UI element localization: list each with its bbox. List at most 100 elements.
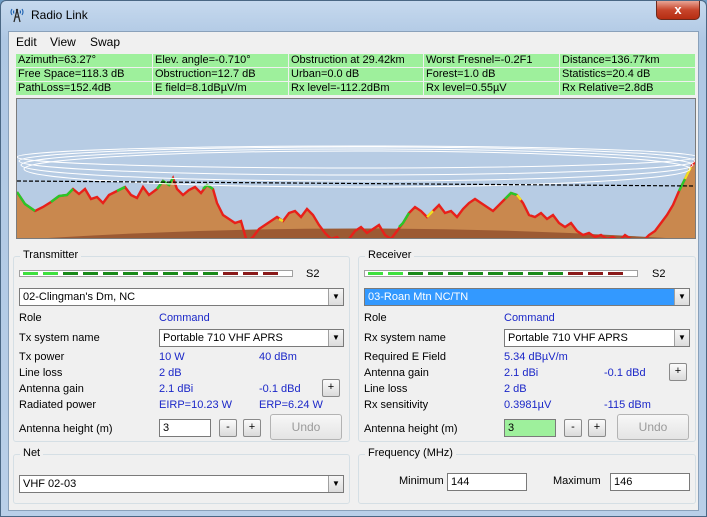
rx-system-select[interactable]: Portable 710 VHF APRS ▼ (504, 329, 690, 347)
tx-system-value: Portable 710 VHF APRS (163, 332, 283, 344)
tx-site-select[interactable]: 02-Clingman's Dm, NC ▼ (19, 288, 344, 306)
stat-azimuth: Azimuth=63.27° (16, 54, 153, 68)
meter-segment (83, 272, 98, 275)
tx-height-increment[interactable]: + (243, 419, 261, 437)
stat-worst-fresnel: Worst Fresnel=-0.2F1 (424, 54, 560, 68)
rx-height-input[interactable]: 3 (504, 419, 556, 437)
tx-site-value: 02-Clingman's Dm, NC (23, 291, 136, 303)
rx-role-link[interactable]: Command (504, 312, 555, 324)
meter-segment (608, 272, 623, 275)
stat-free-space: Free Space=118.3 dB (16, 68, 153, 82)
meter-segment (263, 272, 278, 275)
tx-undo-button[interactable]: Undo (270, 414, 342, 440)
tx-height-input[interactable]: 3 (159, 419, 211, 437)
frequency-min-input[interactable]: 144 (447, 473, 527, 491)
tx-power-dbm: 40 dBm (259, 351, 297, 363)
rx-efield-label: Required E Field (364, 351, 446, 363)
close-icon: x (674, 2, 682, 17)
menu-view[interactable]: View (50, 35, 76, 49)
path-profile (16, 98, 696, 239)
meter-segment (103, 272, 118, 275)
rx-signal-meter (364, 270, 638, 277)
meter-segment (63, 272, 78, 275)
chevron-down-icon[interactable]: ▼ (674, 289, 689, 305)
net-title: Net (20, 447, 44, 459)
tx-line-loss-label: Line loss (19, 367, 63, 379)
rx-height-label: Antenna height (m) (364, 423, 458, 435)
rx-line-loss-value: 2 dB (504, 383, 527, 395)
rx-site-select[interactable]: 03-Roan Mtn NC/TN ▼ (364, 288, 690, 306)
tx-radiated-label: Radiated power (19, 399, 97, 411)
rx-sensitivity-uv: 0.3981µV (504, 399, 552, 411)
tx-height-decrement[interactable]: - (219, 419, 237, 437)
menu-swap[interactable]: Swap (90, 35, 120, 49)
title-bar[interactable]: Radio Link x (1, 1, 706, 31)
tx-system-select[interactable]: Portable 710 VHF APRS ▼ (159, 329, 344, 347)
frequency-group: Frequency (MHz) Minimum 144 Maximum 146 (358, 447, 696, 504)
window-title: Radio Link (31, 8, 88, 22)
chevron-down-icon[interactable]: ▼ (328, 476, 343, 492)
rx-system-label: Rx system name (364, 332, 446, 344)
net-select[interactable]: VHF 02-03 ▼ (19, 475, 344, 493)
chevron-down-icon[interactable]: ▼ (328, 330, 343, 346)
stat-statistics: Statistics=20.4 dB (560, 68, 696, 82)
tx-line-loss-value: 2 dB (159, 367, 182, 379)
meter-segment (243, 272, 258, 275)
rx-antenna-button[interactable]: + (669, 363, 687, 381)
meter-segment (223, 272, 238, 275)
stat-path-loss: PathLoss=152.4dB (16, 82, 153, 96)
tx-power-label: Tx power (19, 351, 65, 363)
menu-bar: Edit View Swap (9, 32, 698, 52)
frequency-max-input[interactable]: 146 (610, 473, 690, 491)
tx-system-label: Tx system name (19, 332, 100, 344)
net-value: VHF 02-03 (23, 478, 77, 490)
tx-erp: ERP=6.24 W (259, 399, 323, 411)
stat-obstruction: Obstruction=12.7 dB (153, 68, 289, 82)
meter-segment (408, 272, 423, 275)
rx-gain-dbi: 2.1 dBi (504, 367, 539, 379)
transmitter-title: Transmitter (20, 249, 82, 261)
chevron-down-icon[interactable]: ▼ (328, 289, 343, 305)
rx-undo-button[interactable]: Undo (617, 414, 689, 440)
frequency-min-label: Minimum (399, 475, 444, 487)
radio-link-window: Radio Link x Edit View Swap Azimuth=63.2… (0, 0, 707, 517)
tx-role-label: Role (19, 312, 42, 324)
rx-height-increment[interactable]: + (588, 419, 606, 437)
menu-edit[interactable]: Edit (16, 35, 37, 49)
meter-segment (23, 272, 38, 275)
stat-distance: Distance=136.77km (560, 54, 696, 68)
meter-segment (163, 272, 178, 275)
receiver-group: Receiver S2 03-Roan Mtn NC/TN ▼ Role Com… (358, 249, 696, 442)
meter-segment (388, 272, 403, 275)
rx-site-value: 03-Roan Mtn NC/TN (368, 291, 469, 303)
tx-role-link[interactable]: Command (159, 312, 210, 324)
net-group: Net VHF 02-03 ▼ (13, 447, 350, 504)
stat-rx-level-uv: Rx level=0.55µV (424, 82, 560, 96)
meter-segment (508, 272, 523, 275)
rx-height-decrement[interactable]: - (564, 419, 582, 437)
tx-height-label: Antenna height (m) (19, 423, 113, 435)
meter-segment (43, 272, 58, 275)
profile-plot (17, 99, 695, 238)
frequency-title: Frequency (MHz) (365, 447, 456, 459)
stat-elevation: Elev. angle=-0.710° (153, 54, 289, 68)
frequency-max-label: Maximum (553, 475, 601, 487)
transmitter-group: Transmitter S2 02-Clingman's Dm, NC ▼ Ro… (13, 249, 350, 442)
tx-gain-label: Antenna gain (19, 383, 84, 395)
link-statistics: Azimuth=63.27° Elev. angle=-0.710° Obstr… (16, 54, 696, 96)
close-button[interactable]: x (656, 1, 700, 20)
stat-urban: Urban=0.0 dB (289, 68, 424, 82)
tx-power-w: 10 W (159, 351, 185, 363)
rx-gain-dbd: -0.1 dBd (604, 367, 646, 379)
meter-segment (203, 272, 218, 275)
tx-eirp: EIRP=10.23 W (159, 399, 233, 411)
rx-meter-label: S2 (652, 268, 666, 280)
tx-gain-dbi: 2.1 dBi (159, 383, 194, 395)
rx-line-loss-label: Line loss (364, 383, 408, 395)
meter-segment (183, 272, 198, 275)
tx-antenna-button[interactable]: + (322, 379, 340, 397)
meter-segment (568, 272, 583, 275)
receiver-title: Receiver (365, 249, 415, 261)
chevron-down-icon[interactable]: ▼ (674, 330, 689, 346)
stat-forest: Forest=1.0 dB (424, 68, 560, 82)
